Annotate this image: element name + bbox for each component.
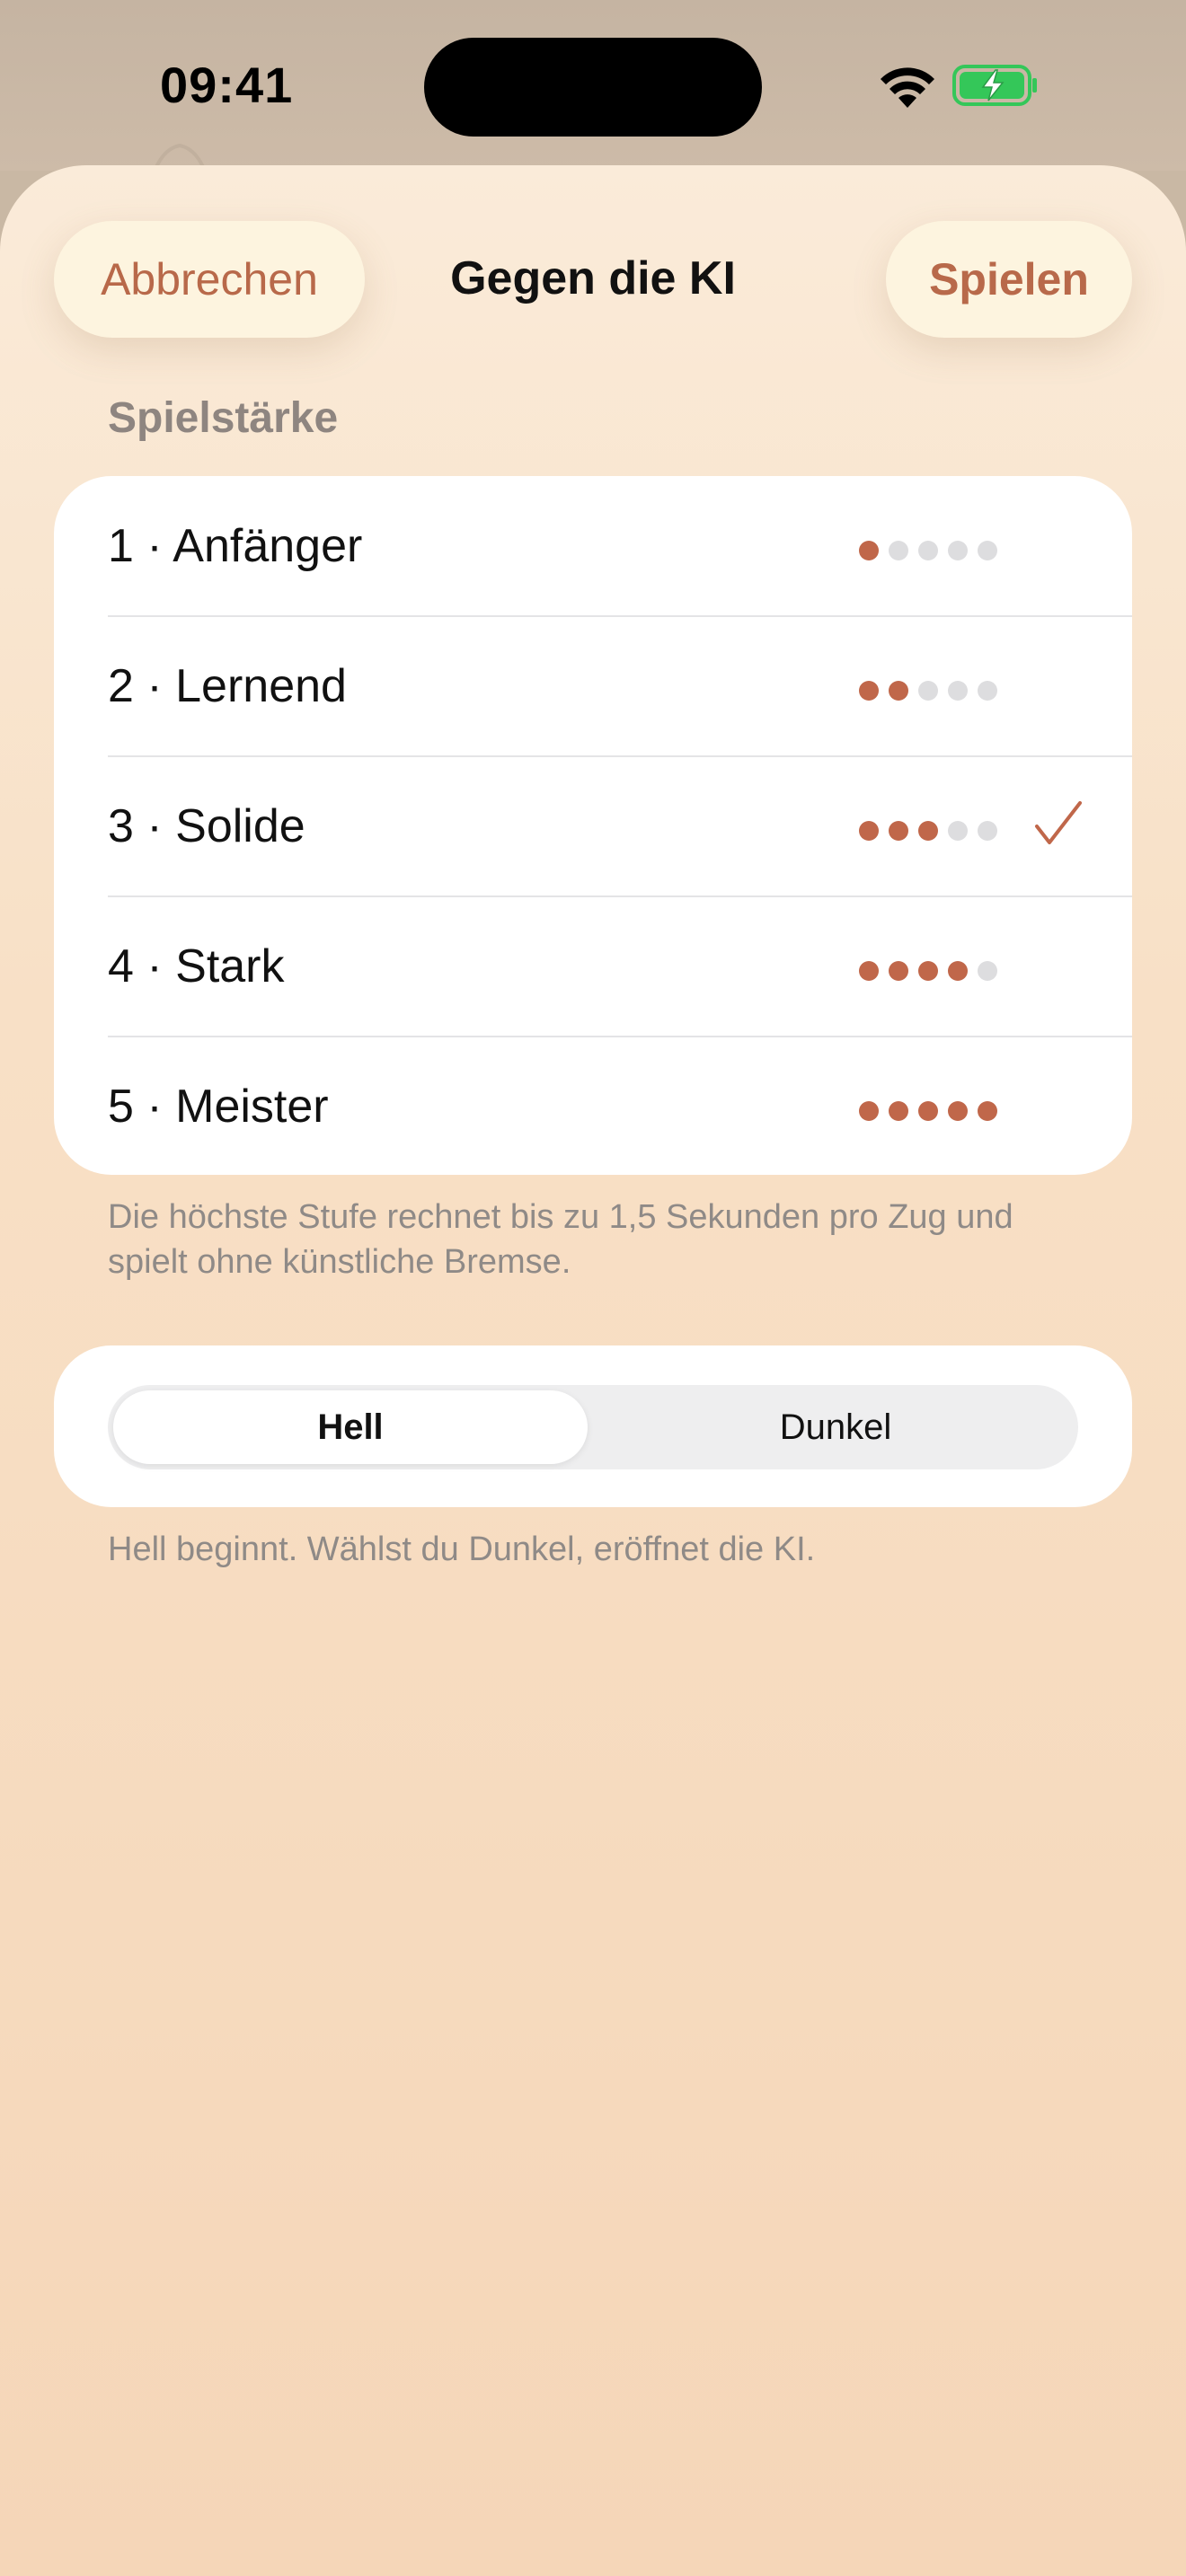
strength-dot-empty	[918, 681, 938, 701]
modal-sheet: Abbrechen Gegen die KI Spielen Spielstär…	[0, 165, 1186, 2576]
strength-dot-filled	[918, 821, 938, 841]
strength-row[interactable]: 3 · Solide	[54, 756, 1132, 896]
strength-dot-empty	[978, 681, 997, 701]
strength-row-label: 1 · Anfänger	[108, 520, 363, 572]
sheet-title: Gegen die KI	[450, 252, 736, 304]
side-segmented-control: Hell Dunkel	[108, 1385, 1078, 1469]
strength-dot-filled	[918, 1101, 938, 1121]
strength-indicator	[859, 1101, 1012, 1123]
strength-footnote: Die höchste Stufe rechnet bis zu 1,5 Sek…	[108, 1198, 1013, 1281]
strength-list: 1 · Anfänger 2 · Lernend 3 · Solide 4 · Sta…	[54, 476, 1132, 1175]
status-time: 09:41	[160, 57, 294, 113]
strength-dot-empty	[978, 821, 997, 841]
strength-row[interactable]: 1 · Anfänger	[54, 476, 1132, 616]
strength-dot-empty	[948, 681, 968, 701]
battery-charging-icon	[952, 65, 1037, 106]
strength-section-header: Spielstärke	[108, 394, 339, 442]
side-footnote: Hell beginnt. Wählst du Dunkel, eröffnet…	[108, 1531, 816, 1568]
strength-dot-empty	[918, 541, 938, 560]
strength-dot-filled	[889, 961, 908, 981]
strength-dot-filled	[859, 1101, 879, 1121]
strength-dot-filled	[978, 1101, 997, 1121]
status-bar: 09:41	[0, 0, 1186, 176]
dynamic-island	[424, 38, 762, 137]
segment-dark[interactable]: Dunkel	[598, 1390, 1073, 1464]
strength-row[interactable]: 2 · Lernend	[54, 616, 1132, 756]
cancel-button[interactable]: Abbrechen	[54, 221, 365, 338]
strength-row[interactable]: 4 · Stark	[54, 896, 1132, 1037]
strength-row-label: 3 · Solide	[108, 800, 305, 852]
strength-dot-empty	[948, 821, 968, 841]
strength-indicator	[859, 821, 1012, 842]
strength-dot-filled	[889, 681, 908, 701]
side-card: Hell Dunkel	[54, 1345, 1132, 1507]
strength-dot-filled	[859, 821, 879, 841]
strength-dot-filled	[889, 1101, 908, 1121]
play-button[interactable]: Spielen	[886, 221, 1132, 338]
segment-light[interactable]: Hell	[113, 1390, 588, 1464]
strength-dot-filled	[859, 961, 879, 981]
strength-dot-empty	[978, 541, 997, 560]
strength-dot-filled	[918, 961, 938, 981]
strength-dot-empty	[978, 961, 997, 981]
strength-indicator	[859, 541, 1012, 562]
strength-row[interactable]: 5 · Meister	[54, 1037, 1132, 1175]
wifi-icon	[881, 67, 934, 108]
strength-dot-filled	[948, 961, 968, 981]
strength-row-label: 5 · Meister	[108, 1081, 329, 1133]
strength-dot-filled	[948, 1101, 968, 1121]
checkmark-icon	[1035, 801, 1082, 844]
strength-indicator	[859, 961, 1012, 983]
strength-dot-filled	[859, 541, 879, 560]
strength-dot-empty	[889, 541, 908, 560]
strength-row-label: 4 · Stark	[108, 940, 285, 992]
strength-dot-filled	[889, 821, 908, 841]
strength-dot-filled	[859, 681, 879, 701]
strength-indicator	[859, 681, 1012, 702]
strength-dot-empty	[948, 541, 968, 560]
strength-row-label: 2 · Lernend	[108, 660, 347, 712]
